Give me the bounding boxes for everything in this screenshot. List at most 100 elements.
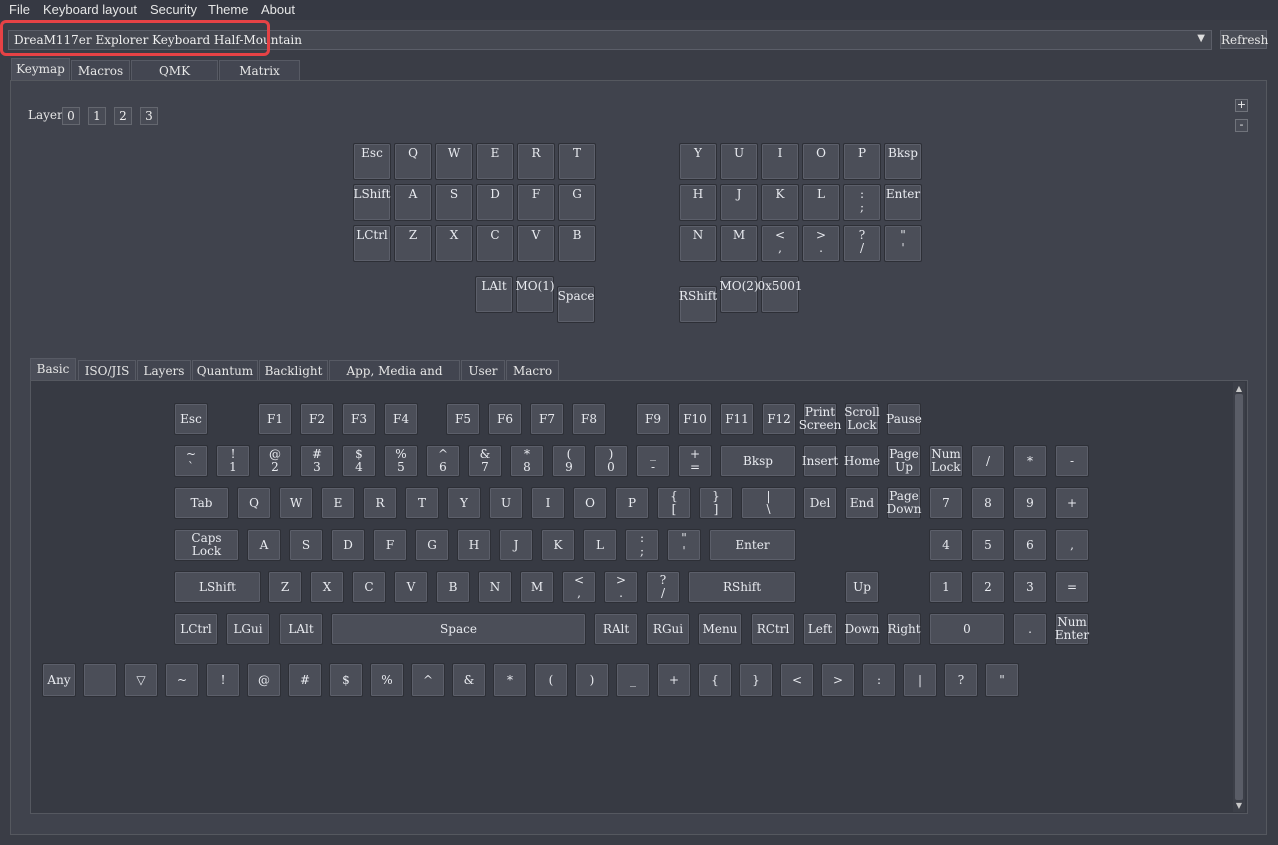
keymap-key[interactable]: < , [761, 225, 799, 262]
basic-key[interactable]: Y [447, 487, 481, 519]
keymap-key[interactable]: B [558, 225, 596, 262]
scroll-down-arrow-icon[interactable]: ▼ [1234, 801, 1244, 811]
basic-key[interactable]: # 3 [300, 445, 334, 477]
keymap-key[interactable]: M [720, 225, 758, 262]
basic-key[interactable]: 4 [929, 529, 963, 561]
keymap-key[interactable]: S [435, 184, 473, 221]
basic-key[interactable]: Z [268, 571, 302, 603]
keymap-key[interactable]: Space [557, 286, 595, 323]
basic-key[interactable]: ( 9 [552, 445, 586, 477]
keymap-key[interactable]: V [517, 225, 555, 262]
keymap-key[interactable]: L [802, 184, 840, 221]
basic-key[interactable]: LAlt [279, 613, 323, 645]
basic-key[interactable]: F [373, 529, 407, 561]
menu-file[interactable]: File [9, 2, 30, 17]
basic-key[interactable]: K [541, 529, 575, 561]
basic-key[interactable]: Pause [886, 403, 922, 435]
keymap-key[interactable]: G [558, 184, 596, 221]
basic-key[interactable]: } ] [699, 487, 733, 519]
tab-qmk-settings[interactable]: QMK Settings [131, 60, 218, 98]
tab-macro[interactable]: Macro [506, 360, 559, 380]
basic-key[interactable]: Any [42, 663, 76, 697]
basic-key[interactable]: 5 [971, 529, 1005, 561]
keymap-key[interactable]: LAlt [475, 276, 513, 313]
basic-key[interactable]: Space [331, 613, 586, 645]
keymap-key[interactable]: C [476, 225, 514, 262]
basic-key[interactable]: / [971, 445, 1005, 477]
basic-key[interactable]: ~ ` [174, 445, 208, 477]
keymap-key[interactable]: ? / [843, 225, 881, 262]
basic-key[interactable]: ! [206, 663, 240, 697]
keymap-key[interactable]: RShift [679, 286, 717, 323]
basic-key[interactable]: Num Lock [929, 445, 963, 477]
basic-key[interactable]: F9 [636, 403, 670, 435]
basic-key[interactable]: Down [845, 613, 879, 645]
keymap-key[interactable]: : ; [843, 184, 881, 221]
keymap-key[interactable]: H [679, 184, 717, 221]
basic-key[interactable]: ^ 6 [426, 445, 460, 477]
basic-key[interactable]: V [394, 571, 428, 603]
tab-iso-jis[interactable]: ISO/JIS [78, 360, 136, 380]
tab-basic[interactable]: Basic [30, 358, 76, 381]
basic-key[interactable]: ▽ [124, 663, 158, 697]
basic-key[interactable]: G [415, 529, 449, 561]
basic-key[interactable]: _ - [636, 445, 670, 477]
basic-key[interactable]: _ [616, 663, 650, 697]
keymap-key[interactable]: Z [394, 225, 432, 262]
tab-matrix-tester[interactable]: Matrix tester [219, 60, 300, 98]
basic-key[interactable]: $ 4 [342, 445, 376, 477]
basic-key[interactable]: 6 [1013, 529, 1047, 561]
basic-key[interactable]: " [985, 663, 1019, 697]
basic-key[interactable]: @ 2 [258, 445, 292, 477]
keymap-key[interactable]: E [476, 143, 514, 180]
layer-0-button[interactable]: 0 [62, 107, 80, 125]
add-layer-button[interactable]: + [1235, 99, 1248, 112]
basic-key[interactable]: : ; [625, 529, 659, 561]
basic-key[interactable]: F7 [530, 403, 564, 435]
keymap-key[interactable]: LCtrl [353, 225, 391, 262]
basic-key[interactable]: LCtrl [174, 613, 218, 645]
basic-key[interactable]: Scroll Lock [844, 403, 880, 435]
basic-key[interactable]: * [493, 663, 527, 697]
basic-key[interactable]: 7 [929, 487, 963, 519]
basic-key[interactable]: " ' [667, 529, 701, 561]
basic-key[interactable]: X [310, 571, 344, 603]
basic-key[interactable]: > . [604, 571, 638, 603]
menu-keyboard-layout[interactable]: Keyboard layout [43, 2, 137, 17]
basic-key[interactable]: U [489, 487, 523, 519]
keymap-key[interactable]: K [761, 184, 799, 221]
basic-key[interactable]: F11 [720, 403, 754, 435]
keymap-key[interactable]: U [720, 143, 758, 180]
keymap-key[interactable]: " ' [884, 225, 922, 262]
basic-key[interactable]: # [288, 663, 322, 697]
basic-key[interactable]: + = [678, 445, 712, 477]
keymap-key[interactable]: J [720, 184, 758, 221]
basic-key[interactable]: | \ [741, 487, 796, 519]
keymap-key[interactable]: R [517, 143, 555, 180]
tab-backlight[interactable]: Backlight [259, 360, 328, 380]
tab-quantum[interactable]: Quantum [192, 360, 258, 380]
basic-key[interactable]: * [1013, 445, 1047, 477]
keymap-key[interactable]: X [435, 225, 473, 262]
basic-key[interactable]: Page Up [887, 445, 921, 477]
tab-macros[interactable]: Macros [71, 60, 130, 80]
basic-key[interactable]: T [405, 487, 439, 519]
layer-2-button[interactable]: 2 [114, 107, 132, 125]
basic-key[interactable]: Esc [174, 403, 208, 435]
basic-key[interactable]: F8 [572, 403, 606, 435]
keymap-key[interactable]: I [761, 143, 799, 180]
basic-key[interactable]: W [279, 487, 313, 519]
basic-key[interactable]: F2 [300, 403, 334, 435]
basic-key[interactable]: Tab [174, 487, 229, 519]
basic-key[interactable]: 8 [971, 487, 1005, 519]
basic-key[interactable]: > [821, 663, 855, 697]
keymap-key[interactable]: MO(2) [719, 276, 759, 313]
keymap-key[interactable]: N [679, 225, 717, 262]
basic-key[interactable]: { [ [657, 487, 691, 519]
menu-theme[interactable]: Theme [208, 2, 248, 17]
keymap-key[interactable]: Y [679, 143, 717, 180]
basic-key[interactable]: & [452, 663, 486, 697]
keymap-key[interactable]: D [476, 184, 514, 221]
basic-key[interactable]: = [1055, 571, 1089, 603]
basic-key[interactable]: M [520, 571, 554, 603]
